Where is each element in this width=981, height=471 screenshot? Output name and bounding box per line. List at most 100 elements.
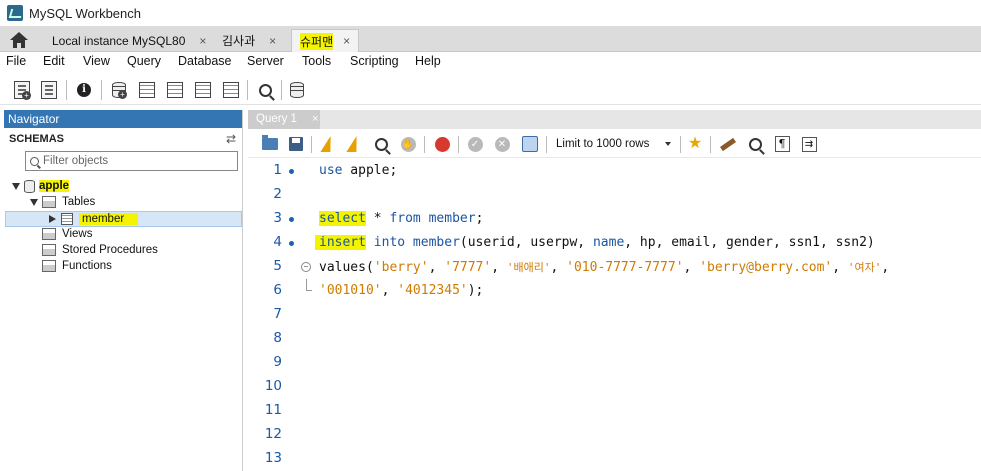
statement-marker-icon (289, 241, 294, 246)
line-number: 1 (273, 162, 282, 178)
tree-item-functions[interactable]: Functions (42, 258, 112, 274)
explain-button[interactable] (371, 134, 391, 154)
close-icon[interactable]: × (312, 113, 318, 125)
tree-item-table-member[interactable]: member (49, 211, 139, 227)
open-sql-script-button[interactable] (38, 79, 60, 101)
star-icon: ★ (687, 135, 703, 152)
collapse-arrow-icon[interactable] (49, 215, 56, 223)
create-view-button[interactable] (164, 79, 186, 101)
paragraph-icon: ¶ (774, 136, 790, 152)
close-icon[interactable]: × (269, 34, 276, 48)
line-number: 5 (273, 258, 282, 274)
statement-marker-icon (289, 169, 294, 174)
tree-item-views[interactable]: Views (42, 226, 92, 242)
tab-label: Local instance MySQL80 (52, 33, 186, 48)
execute-all-button[interactable] (318, 134, 338, 154)
home-tab[interactable] (6, 29, 32, 51)
create-function-button[interactable] (220, 79, 242, 101)
commit-button[interactable]: ✓ (465, 134, 485, 154)
create-procedure-button[interactable] (192, 79, 214, 101)
info-icon: i (77, 83, 91, 97)
toolbar-divider (66, 80, 67, 100)
reconnect-button[interactable] (286, 79, 308, 101)
stop-on-error-button[interactable] (432, 134, 452, 154)
line-number: 9 (273, 354, 282, 370)
menu-edit[interactable]: Edit (43, 54, 65, 68)
menu-help[interactable]: Help (415, 54, 441, 68)
folder-icon (42, 228, 56, 240)
close-icon[interactable]: × (199, 34, 206, 48)
expand-arrow-icon[interactable] (30, 198, 38, 206)
sql-code-editor[interactable]: 1 use apple; 2 3 select * from member; 4… (248, 159, 981, 471)
tables-label: Tables (62, 196, 96, 208)
hand-stop-icon: ✋ (400, 136, 416, 152)
table-icon (139, 82, 155, 98)
schemas-header: SCHEMAS ⇄ (4, 128, 242, 150)
menu-query[interactable]: Query (127, 54, 161, 68)
add-snippet-button[interactable]: ★ (685, 134, 705, 154)
code-line: 3 select * from member; (248, 207, 981, 231)
expand-arrow-icon[interactable] (12, 182, 20, 190)
menu-view[interactable]: View (83, 54, 110, 68)
toolbar-divider (311, 136, 312, 153)
create-schema-button[interactable]: + (108, 79, 130, 101)
code-line: 10 (248, 375, 981, 399)
search-icon (258, 83, 272, 97)
rollback-button[interactable]: ✕ (492, 134, 512, 154)
code-line: 9 (248, 351, 981, 375)
autocommit-toggle[interactable] (520, 134, 540, 154)
line-number: 12 (264, 426, 282, 442)
tree-item-tables[interactable]: Tables (30, 194, 95, 210)
search-table-data-button[interactable] (254, 79, 276, 101)
fold-toggle-icon[interactable]: − (301, 262, 311, 272)
code-line: 11 (248, 399, 981, 423)
code-line: 2 (248, 183, 981, 207)
new-sql-tab-button[interactable]: + (11, 79, 33, 101)
wrap-icon: ⇉ (801, 136, 817, 152)
code-text: select * from member; (319, 211, 484, 226)
tab-superman[interactable]: 슈퍼맨 × (291, 29, 360, 52)
limit-rows-select[interactable]: Limit to 1000 rows (552, 134, 675, 154)
execute-current-button[interactable] (344, 134, 364, 154)
tab-query-1[interactable]: Query 1 × (248, 110, 320, 129)
line-number: 3 (273, 210, 282, 226)
create-table-button[interactable] (136, 79, 158, 101)
close-icon[interactable]: × (343, 34, 350, 48)
tab-kimsagwa[interactable]: 김사과 × (222, 29, 276, 52)
lightning-cursor-icon (346, 136, 362, 152)
stop-query-button[interactable]: ✋ (398, 134, 418, 154)
line-number: 2 (273, 186, 282, 202)
home-icon (10, 32, 28, 48)
search-icon (30, 156, 39, 166)
menu-scripting[interactable]: Scripting (350, 54, 399, 68)
menu-tools[interactable]: Tools (302, 54, 331, 68)
limit-rows-value: Limit to 1000 rows (556, 138, 650, 150)
code-line: 5 − values('berry', '7777', '배애리', '010-… (248, 255, 981, 279)
tree-item-schema[interactable]: apple (12, 178, 70, 194)
line-number: 11 (264, 402, 282, 418)
menu-file[interactable]: File (6, 54, 26, 68)
invisible-chars-button[interactable]: ¶ (772, 134, 792, 154)
save-button[interactable] (286, 134, 306, 154)
beautify-button[interactable] (718, 134, 738, 154)
functions-label: Functions (62, 260, 112, 272)
toolbar-divider (680, 136, 681, 153)
tab-local-instance[interactable]: Local instance MySQL80 × (52, 29, 206, 52)
navigator-header: Navigator (4, 110, 242, 128)
find-button[interactable] (745, 134, 765, 154)
code-line: 4 insert into member(userid, userpw, nam… (248, 231, 981, 255)
inspector-button[interactable]: i (73, 79, 95, 101)
filter-placeholder: Filter objects (43, 155, 109, 167)
open-file-button[interactable] (260, 134, 280, 154)
toolbar-divider (247, 80, 248, 100)
word-wrap-button[interactable]: ⇉ (799, 134, 819, 154)
filter-objects-input[interactable]: Filter objects (25, 151, 238, 171)
menu-database[interactable]: Database (178, 54, 232, 68)
magnifier-icon (374, 137, 388, 151)
schemas-label: SCHEMAS (9, 133, 65, 145)
menu-bar: File Edit View Query Database Server Too… (0, 52, 981, 72)
tree-item-stored-procedures[interactable]: Stored Procedures (42, 242, 158, 258)
menu-server[interactable]: Server (247, 54, 284, 68)
refresh-icon[interactable]: ⇄ (226, 132, 236, 146)
search-icon (748, 137, 762, 151)
